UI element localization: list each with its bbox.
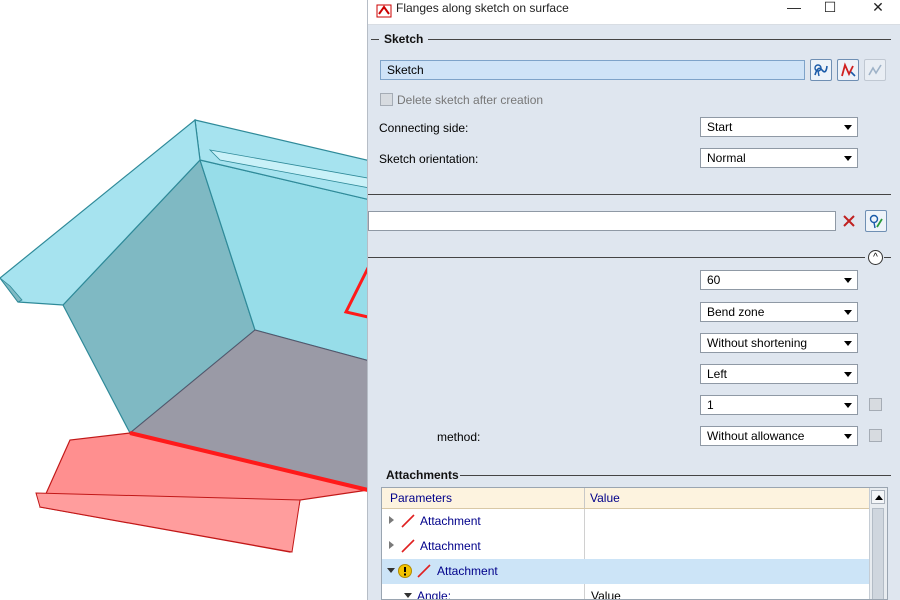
close-icon[interactable]: ✕ xyxy=(863,0,893,16)
bend-zone-value: Bend zone xyxy=(707,305,765,319)
bend-zone-select[interactable]: Bend zone xyxy=(700,302,858,322)
select-surface-icon xyxy=(869,214,883,229)
sketch-field-value: Sketch xyxy=(387,63,424,77)
allowance-value: Without allowance xyxy=(707,429,805,443)
chevron-down-icon xyxy=(844,156,852,161)
section-rule xyxy=(460,475,891,476)
chevron-down-icon xyxy=(844,310,852,315)
connecting-side-select[interactable]: Start xyxy=(700,117,858,137)
table-row[interactable]: Attachment xyxy=(382,534,872,560)
side-select[interactable]: Left xyxy=(700,364,858,384)
attachments-section-title: Attachments xyxy=(386,468,459,482)
collapse-row-icon[interactable] xyxy=(404,593,412,598)
shortening-value: Without shortening xyxy=(707,336,808,350)
allowance-select[interactable]: Without allowance xyxy=(700,426,858,446)
parameters-section-rule xyxy=(368,257,865,258)
column-separator xyxy=(584,509,585,534)
row-label: Attachment xyxy=(420,514,481,528)
angle-value: 60 xyxy=(707,273,721,287)
chevron-down-icon xyxy=(844,341,852,346)
chevron-down-icon xyxy=(844,372,852,377)
new-sketch-icon xyxy=(868,64,882,76)
surface-section-rule xyxy=(368,194,891,195)
grid-header: Parameters Value xyxy=(382,488,872,509)
collapse-icon[interactable]: ^ xyxy=(868,250,883,265)
edit-sketch-icon xyxy=(841,62,856,77)
select-surface-button[interactable] xyxy=(865,210,887,232)
row-label: Angle: xyxy=(417,589,452,600)
collapse-row-icon[interactable] xyxy=(387,568,395,573)
attachment-icon xyxy=(401,514,415,528)
column-separator xyxy=(584,488,585,508)
parameters-section-rule-end xyxy=(884,257,891,258)
attachment-icon xyxy=(401,539,415,553)
scroll-up-icon[interactable] xyxy=(871,490,885,504)
sketch-orientation-select[interactable]: Normal xyxy=(700,148,858,168)
table-row[interactable]: Attachment xyxy=(382,559,872,585)
edit-sketch-button[interactable] xyxy=(837,59,859,81)
chevron-down-icon xyxy=(844,403,852,408)
sketch-section-title: Sketch xyxy=(384,32,424,46)
number-checkbox[interactable] xyxy=(869,398,882,411)
column-header-parameters[interactable]: Parameters xyxy=(390,491,452,506)
connecting-side-value: Start xyxy=(707,120,733,134)
side-value: Left xyxy=(707,367,728,381)
delete-sketch-checkbox[interactable] xyxy=(380,93,393,106)
select-sketch-button[interactable] xyxy=(810,59,832,81)
warning-icon xyxy=(398,564,412,578)
value-cell[interactable]: Value xyxy=(585,584,872,600)
attachment-icon xyxy=(417,564,431,578)
column-header-value[interactable]: Value xyxy=(590,491,620,506)
shortening-select[interactable]: Without shortening xyxy=(700,333,858,353)
method-label: method: xyxy=(437,430,481,444)
sketch-section-header: Sketch xyxy=(368,32,900,46)
window-title: Flanges along sketch on surface xyxy=(396,1,569,15)
minimize-icon[interactable]: — xyxy=(779,0,809,16)
column-separator xyxy=(584,534,585,559)
attachments-grid[interactable]: Parameters Value Attachment Attachment A… xyxy=(381,487,888,600)
scroll-thumb[interactable] xyxy=(872,508,884,599)
expand-icon[interactable] xyxy=(389,541,394,549)
table-row[interactable]: Attachment xyxy=(382,509,872,535)
sketch-field[interactable]: Sketch xyxy=(380,60,805,80)
attachments-section-header: Attachments xyxy=(368,468,900,482)
delete-sketch-label: Delete sketch after creation xyxy=(397,93,544,107)
flanges-dialog: Flanges along sketch on surface — ☐ ✕ Sk… xyxy=(367,0,900,600)
new-sketch-button[interactable] xyxy=(864,59,886,81)
maximize-icon[interactable]: ☐ xyxy=(815,0,845,16)
row-label: Attachment xyxy=(420,539,481,553)
vertical-scrollbar[interactable] xyxy=(869,488,887,599)
column-separator xyxy=(584,584,585,599)
connecting-side-label: Connecting side: xyxy=(379,121,469,135)
chevron-down-icon xyxy=(844,434,852,439)
section-rule xyxy=(428,39,891,40)
expand-icon[interactable] xyxy=(389,516,394,524)
select-sketch-icon xyxy=(814,64,828,77)
table-row[interactable]: Angle: Value xyxy=(382,584,872,600)
clear-icon[interactable] xyxy=(841,213,857,229)
red-flange-lip xyxy=(35,492,301,553)
angle-select[interactable]: 60 xyxy=(700,270,858,290)
section-rule-left xyxy=(371,39,379,40)
sketch-orientation-label: Sketch orientation: xyxy=(379,152,479,166)
row-label: Attachment xyxy=(437,564,498,578)
surface-field[interactable] xyxy=(368,211,836,231)
value-cell-text: Value xyxy=(591,589,621,600)
allowance-checkbox[interactable] xyxy=(869,429,882,442)
app-icon xyxy=(376,4,392,18)
title-bar: Flanges along sketch on surface — ☐ ✕ xyxy=(368,0,900,25)
chevron-down-icon xyxy=(844,125,852,130)
number-select[interactable]: 1 xyxy=(700,395,858,415)
number-value: 1 xyxy=(707,398,714,412)
chevron-down-icon xyxy=(844,278,852,283)
sketch-orientation-value: Normal xyxy=(707,151,746,165)
